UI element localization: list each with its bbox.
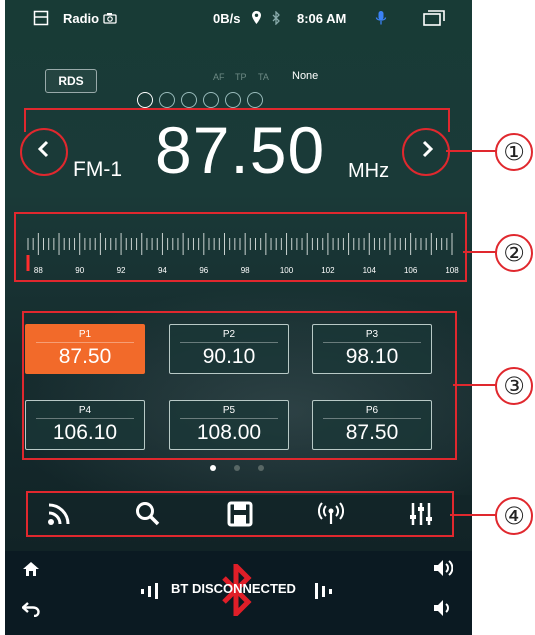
annotation-box-2 (14, 212, 467, 282)
annotation-box-1-right (448, 108, 450, 132)
callout-line-4 (450, 514, 498, 516)
clock: 8:06 AM (297, 11, 347, 26)
page-dot[interactable] (234, 465, 240, 471)
back-icon[interactable] (22, 601, 40, 617)
rds-flag-af: AF (213, 72, 225, 82)
net-speed: 0B/s (213, 11, 241, 26)
callout-1: ① (495, 133, 533, 171)
left-bars-icon (141, 583, 158, 599)
callout-line-3 (453, 384, 498, 386)
loc-dx-icon[interactable] (247, 92, 263, 108)
bt-status-label: BT DISCONNECTED (171, 581, 296, 596)
app-title: Radio (63, 11, 100, 26)
continuous-icon[interactable] (137, 92, 153, 108)
volume-up-icon[interactable] (433, 559, 453, 577)
menu-box-icon[interactable] (33, 10, 49, 26)
bluetooth-status-icon (272, 11, 280, 25)
page-dot[interactable] (210, 465, 216, 471)
annotation-circle-right (402, 128, 450, 176)
callout-4: ④ (495, 497, 533, 535)
annotation-box-1-left (24, 108, 26, 132)
callout-line-1 (446, 150, 498, 152)
rds-flag-ta: TA (258, 72, 269, 82)
microphone-icon[interactable] (375, 10, 387, 26)
recent-apps-icon[interactable] (423, 9, 445, 26)
right-bars-icon (315, 583, 332, 599)
volume-down-icon[interactable] (433, 599, 453, 617)
tuner-mode-icons (137, 92, 263, 108)
stereo-icon[interactable] (181, 92, 197, 108)
rds-flag-tp: TP (235, 72, 247, 82)
callout-2: ② (495, 234, 533, 272)
callout-3: ③ (495, 367, 533, 405)
callout-line-2 (463, 251, 498, 253)
annotation-circle-left (20, 128, 68, 176)
home-icon[interactable] (22, 561, 40, 577)
annotation-box-1-top (25, 108, 450, 194)
broadcast-icon[interactable] (159, 92, 175, 108)
bottom-bar: BT DISCONNECTED (5, 551, 472, 635)
location-icon (252, 11, 261, 24)
annotation-box-4 (26, 491, 454, 537)
rds-button[interactable]: RDS (45, 69, 97, 93)
status-bar: Radio 0B/s 8:06 AM (5, 0, 472, 36)
annotation-box-3 (22, 311, 457, 460)
page-dot[interactable] (258, 465, 264, 471)
download-icon[interactable] (225, 92, 241, 108)
camera-icon (103, 13, 117, 24)
rds-value: None (292, 70, 319, 82)
search-small-icon[interactable] (203, 92, 219, 108)
